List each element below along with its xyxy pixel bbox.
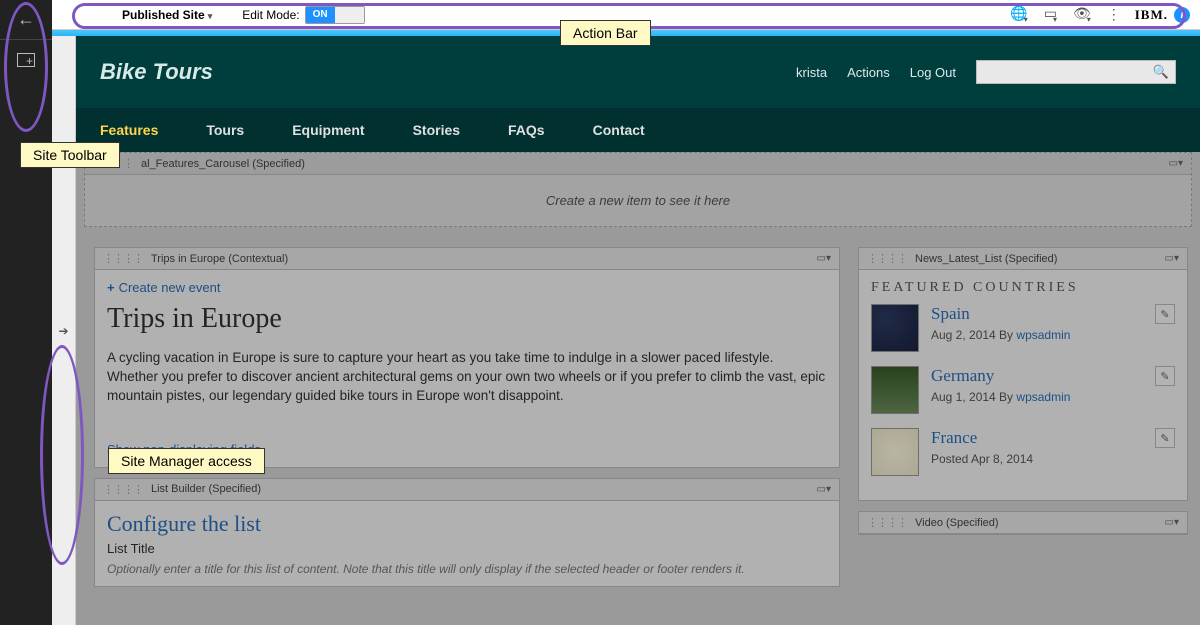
- component-actions-icon[interactable]: ▭▾: [1169, 158, 1183, 169]
- more-icon[interactable]: ⋮: [1107, 6, 1121, 23]
- toggle-off: [335, 7, 364, 23]
- country-meta: Aug 2, 2014 By wpsadmin: [931, 328, 1070, 342]
- component-actions-icon[interactable]: ▭▾: [1165, 517, 1179, 528]
- author-link[interactable]: wpsadmin: [1016, 390, 1070, 404]
- edit-mode-toggle[interactable]: ON: [305, 6, 365, 24]
- ibm-logo: IBM.: [1135, 7, 1168, 23]
- site-nav: Features Tours Equipment Stories FAQs Co…: [76, 108, 1200, 152]
- edit-icon[interactable]: ✎: [1155, 428, 1175, 448]
- list-builder-header[interactable]: ⋮⋮⋮⋮ List Builder (Specified) ▭▾: [95, 479, 839, 501]
- actions-link[interactable]: Actions: [847, 65, 890, 80]
- nav-contact[interactable]: Contact: [593, 122, 645, 138]
- site-title: Bike Tours: [100, 59, 213, 85]
- country-thumb: [871, 366, 919, 414]
- list-builder-panel: ⋮⋮⋮⋮ List Builder (Specified) ▭▾ Configu…: [94, 478, 840, 587]
- drawer-expand-icon: ➔: [58, 324, 68, 338]
- trips-heading: Trips in Europe: [107, 303, 827, 335]
- toggle-on: ON: [306, 7, 335, 23]
- preview-icon[interactable]: 👁▾: [1073, 5, 1091, 24]
- search-input[interactable]: 🔍: [976, 60, 1176, 84]
- published-site-dropdown[interactable]: Published Site▾: [122, 8, 212, 22]
- carousel-placeholder: Create a new item to see it here: [85, 175, 1191, 226]
- edit-icon[interactable]: ✎: [1155, 304, 1175, 324]
- site-toolbar: ←: [0, 0, 52, 625]
- configure-list-link[interactable]: Configure the list: [107, 511, 827, 537]
- nav-stories[interactable]: Stories: [413, 122, 460, 138]
- globe-icon[interactable]: 🌐▾: [1010, 5, 1027, 24]
- country-row: Germany Aug 1, 2014 By wpsadmin ✎: [871, 366, 1175, 414]
- user-link[interactable]: krista: [796, 65, 827, 80]
- country-row: France Posted Apr 8, 2014 ✎: [871, 428, 1175, 476]
- published-label: Published Site: [122, 8, 205, 22]
- video-header-label: Video (Specified): [915, 517, 999, 529]
- logout-link[interactable]: Log Out: [910, 65, 956, 80]
- site-header: Bike Tours krista Actions Log Out 🔍: [76, 36, 1200, 108]
- info-icon[interactable]: i: [1174, 7, 1190, 23]
- country-row: Spain Aug 2, 2014 By wpsadmin ✎: [871, 304, 1175, 352]
- callout-site-toolbar: Site Toolbar: [20, 142, 120, 168]
- component-actions-icon[interactable]: ▭▾: [1165, 253, 1179, 264]
- chevron-down-icon: ▾: [208, 11, 213, 21]
- grip-icon: ⋮⋮⋮⋮: [103, 252, 143, 265]
- video-header[interactable]: ⋮⋮⋮⋮ Video (Specified) ▭▾: [859, 512, 1187, 534]
- add-page-button[interactable]: [0, 40, 52, 80]
- page-plus-icon: [17, 53, 35, 67]
- edit-mode-label: Edit Mode:: [242, 8, 299, 22]
- search-icon: 🔍: [1153, 64, 1169, 80]
- callout-action-bar: Action Bar: [560, 20, 651, 46]
- edit-icon[interactable]: ✎: [1155, 366, 1175, 386]
- grip-icon: ⋮⋮⋮⋮: [867, 516, 907, 529]
- carousel-header-label: al_Features_Carousel (Specified): [141, 158, 305, 170]
- callout-site-manager: Site Manager access: [108, 448, 265, 474]
- create-link-label: Create new event: [119, 280, 221, 295]
- list-title-hint: Optionally enter a title for this list o…: [107, 562, 827, 576]
- nav-tours[interactable]: Tours: [206, 122, 244, 138]
- carousel-header[interactable]: ⋮⋮⋮⋮ al_Features_Carousel (Specified) ▭▾: [85, 153, 1191, 175]
- news-header-label: News_Latest_List (Specified): [915, 253, 1057, 265]
- grip-icon: ⋮⋮⋮⋮: [867, 252, 907, 265]
- country-thumb: [871, 304, 919, 352]
- country-link-germany[interactable]: Germany: [931, 366, 1070, 386]
- component-actions-icon[interactable]: ▭▾: [817, 484, 831, 495]
- country-meta: Aug 1, 2014 By wpsadmin: [931, 390, 1070, 404]
- news-panel: ⋮⋮⋮⋮ News_Latest_List (Specified) ▭▾ FEA…: [858, 247, 1188, 501]
- video-panel: ⋮⋮⋮⋮ Video (Specified) ▭▾: [858, 511, 1188, 535]
- trips-panel: ⋮⋮⋮⋮ Trips in Europe (Contextual) ▭▾ +Cr…: [94, 247, 840, 468]
- trips-header[interactable]: ⋮⋮⋮⋮ Trips in Europe (Contextual) ▭▾: [95, 248, 839, 270]
- news-header[interactable]: ⋮⋮⋮⋮ News_Latest_List (Specified) ▭▾: [859, 248, 1187, 270]
- component-actions-icon[interactable]: ▭▾: [817, 253, 831, 264]
- devices-icon[interactable]: ▭▾: [1044, 5, 1057, 24]
- list-builder-header-label: List Builder (Specified): [151, 483, 261, 495]
- country-meta: Posted Apr 8, 2014: [931, 452, 1033, 466]
- country-link-spain[interactable]: Spain: [931, 304, 1070, 324]
- country-link-france[interactable]: France: [931, 428, 1033, 448]
- site-manager-drawer[interactable]: ➔: [52, 36, 76, 625]
- nav-faqs[interactable]: FAQs: [508, 122, 545, 138]
- grip-icon: ⋮⋮⋮⋮: [103, 483, 143, 496]
- featured-countries-title: FEATURED COUNTRIES: [871, 280, 1175, 296]
- country-thumb: [871, 428, 919, 476]
- content-area: Bike Tours krista Actions Log Out 🔍 Feat…: [76, 36, 1200, 625]
- trips-body-text: A cycling vacation in Europe is sure to …: [107, 349, 827, 406]
- create-new-event-link[interactable]: +Create new event: [107, 280, 827, 295]
- author-link[interactable]: wpsadmin: [1016, 328, 1070, 342]
- editor-body: ⋮⋮⋮⋮ al_Features_Carousel (Specified) ▭▾…: [76, 152, 1200, 625]
- back-button[interactable]: ←: [0, 0, 52, 40]
- trips-header-label: Trips in Europe (Contextual): [151, 253, 288, 265]
- nav-equipment[interactable]: Equipment: [292, 122, 364, 138]
- nav-features[interactable]: Features: [100, 122, 158, 138]
- list-title-label: List Title: [107, 541, 827, 556]
- carousel-component: ⋮⋮⋮⋮ al_Features_Carousel (Specified) ▭▾…: [84, 152, 1192, 227]
